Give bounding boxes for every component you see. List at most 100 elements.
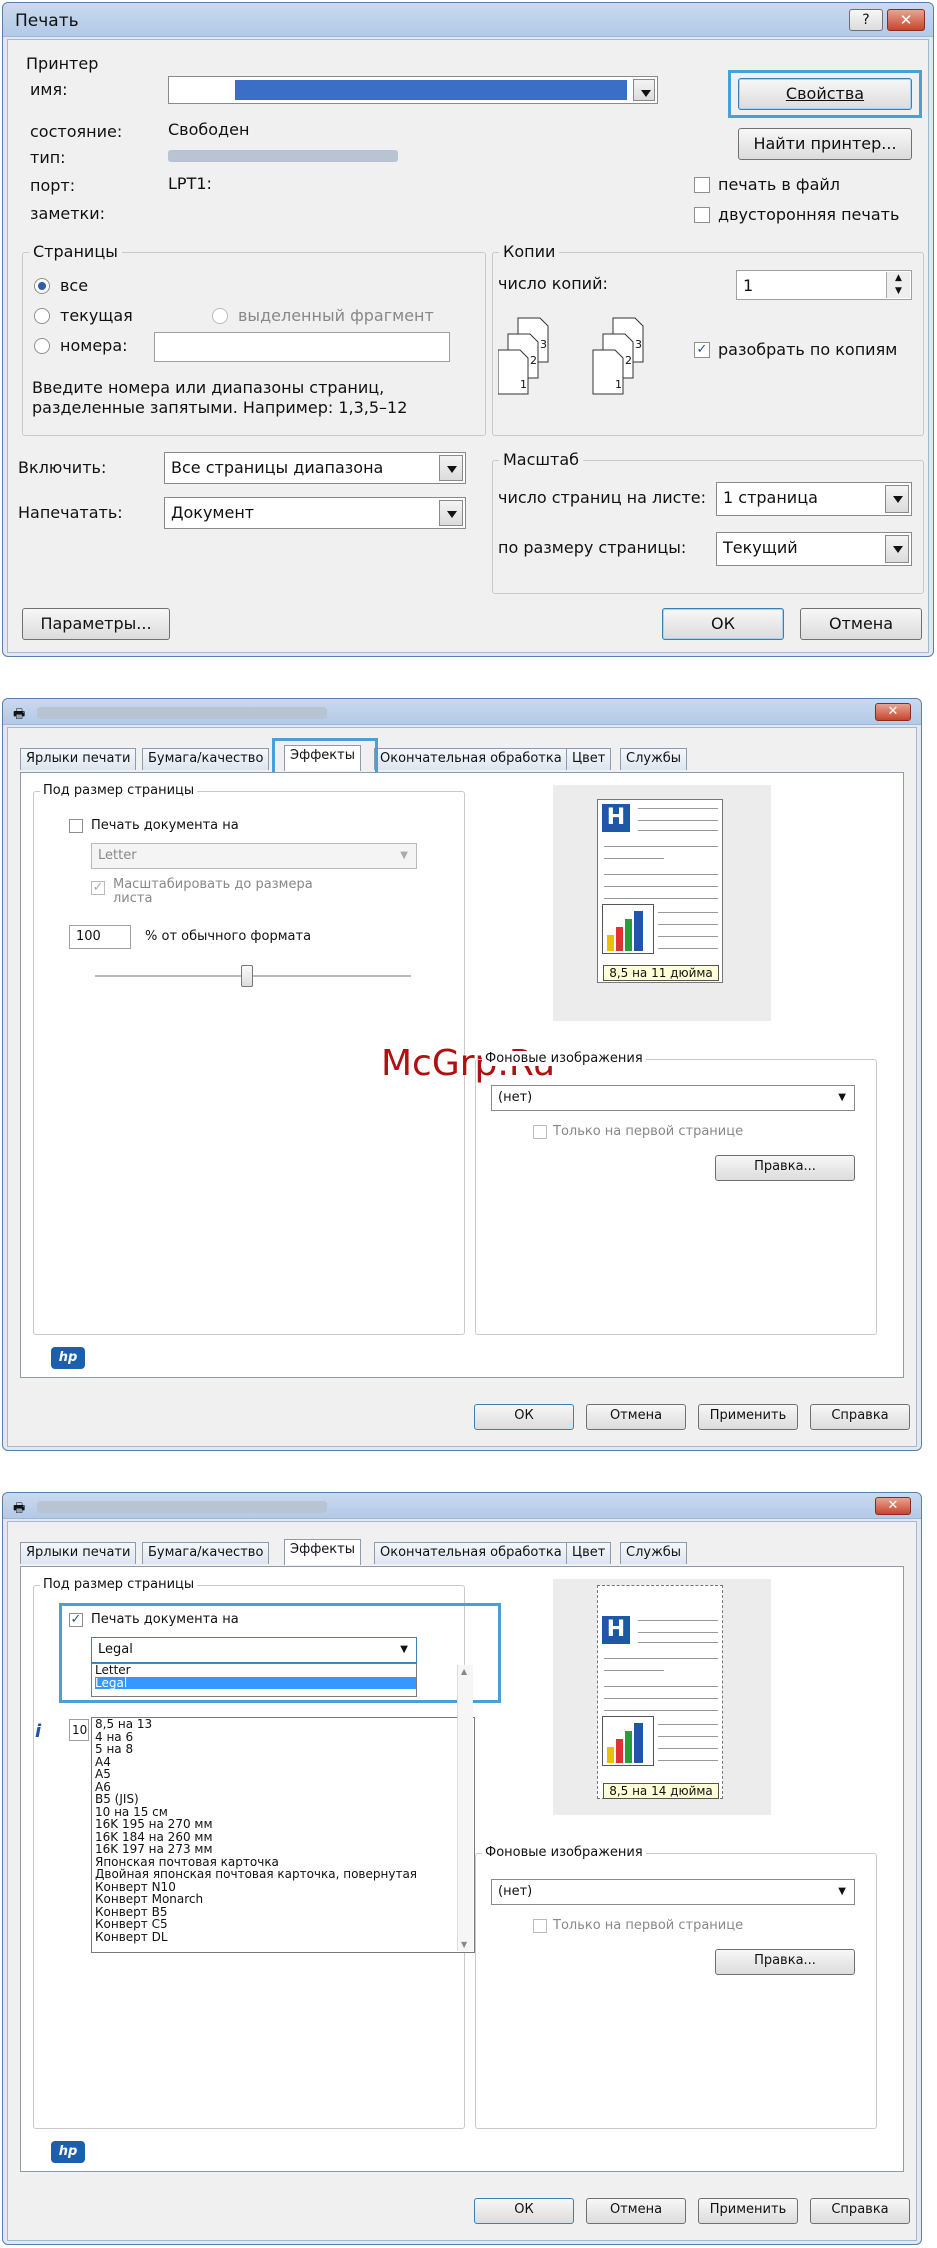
cancel-button-2[interactable]: Отмена <box>586 2198 686 2224</box>
printer-group-title: Принтер <box>26 54 99 73</box>
copies-spinner[interactable]: ▲ ▼ <box>886 272 910 298</box>
paper-size-value-1: Letter <box>98 848 137 863</box>
ok-button-2[interactable]: ОК <box>474 2198 574 2224</box>
list-item[interactable]: Двойная японская почтовая карточка, пове… <box>95 1868 474 1881</box>
scale-group-title: Масштаб <box>499 450 584 469</box>
tab-color[interactable]: Цвет <box>566 1542 612 1564</box>
tab-services[interactable]: Службы <box>620 748 688 770</box>
print-what-select[interactable]: Документ <box>164 497 466 529</box>
scale-to-fit-checkbox[interactable]: ✓ <box>91 881 105 895</box>
list-item[interactable]: A4 <box>95 1755 474 1769</box>
list-item[interactable]: 16K 197 на 273 мм <box>95 1843 474 1856</box>
options-button[interactable]: Параметры... <box>22 608 170 640</box>
list-item[interactable]: 4 на 6 <box>95 1730 474 1744</box>
cancel-button-1[interactable]: Отмена <box>586 1404 686 1430</box>
first-page-only-checkbox-1[interactable] <box>533 1125 547 1139</box>
watermark-select-2[interactable]: (нет) ▼ <box>491 1879 855 1905</box>
tab-print-shortcuts[interactable]: Ярлыки печати <box>20 1542 137 1564</box>
tab-paper-quality[interactable]: Бумага/качество <box>142 748 270 770</box>
cancel-button[interactable]: Отмена <box>800 608 922 640</box>
preview-page-2: H <box>597 1585 723 1799</box>
properties-dialog-1: 🖶 ✕ Ярлыки печати Бумага/качество Эффект… <box>2 698 922 1451</box>
list-item[interactable]: Конверт DL <box>95 1930 474 1944</box>
list-item[interactable]: B5 (JIS) <box>95 1793 474 1806</box>
print-dialog-title: Печать <box>15 11 79 31</box>
pages-per-sheet-value: 1 страница <box>723 488 818 507</box>
chevron-down-icon[interactable] <box>633 79 655 101</box>
page-numbers-radio[interactable] <box>34 338 50 354</box>
copies-label: число копий: <box>498 274 608 293</box>
edit-watermark-button-1[interactable]: Правка... <box>715 1155 855 1181</box>
apply-button-2[interactable]: Применить <box>698 2198 798 2224</box>
scroll-down-icon[interactable]: ▼ <box>461 1940 467 1949</box>
list-item[interactable]: A6 <box>95 1780 474 1794</box>
percent-input-partial[interactable]: 10 <box>69 1719 89 1741</box>
collate-checkbox[interactable]: ✓ <box>694 342 710 358</box>
paper-size-dropdown-list[interactable]: 8,5 на 13 4 на 65 на 8 A4 A5 A6 B5 (JIS) 10 на… <box>91 1717 475 1953</box>
tab-color[interactable]: Цвет <box>566 748 612 770</box>
tab-finishing[interactable]: Окончательная обработка <box>374 1542 568 1564</box>
percent-input[interactable]: 100 <box>69 925 131 949</box>
watermarks-group-title-2: Фоновые изображения <box>482 1845 646 1860</box>
first-page-only-checkbox-2[interactable] <box>533 1919 547 1933</box>
tab-finishing[interactable]: Окончательная обработка <box>374 748 568 770</box>
apply-button-1[interactable]: Применить <box>698 1404 798 1430</box>
tab-bar-1: Ярлыки печати Бумага/качество Эффекты Ок… <box>20 745 900 771</box>
dropdown-scrollbar[interactable]: ▲ ▼ <box>457 1665 473 1951</box>
find-printer-button[interactable]: Найти принтер... <box>738 128 912 160</box>
selection-radio[interactable] <box>212 308 228 324</box>
chevron-down-icon[interactable] <box>439 500 463 526</box>
properties-button[interactable]: Свойства <box>738 78 912 110</box>
list-item[interactable]: 8,5 на 13 <box>95 1718 474 1731</box>
tab-effects[interactable]: Эффекты <box>284 1539 361 1565</box>
close-icon[interactable]: ✕ <box>875 703 911 721</box>
printer-name-select[interactable] <box>168 76 658 104</box>
chevron-down-icon[interactable] <box>439 455 463 481</box>
properties-body-2: Ярлыки печати Бумага/качество Эффекты Ок… <box>7 1521 917 2241</box>
list-item[interactable]: Конверт C5 <box>95 1918 474 1931</box>
pages-per-sheet-select[interactable]: 1 страница <box>716 482 912 516</box>
list-item[interactable]: 16K 195 на 270 мм <box>95 1818 474 1831</box>
edit-watermark-button-2[interactable]: Правка... <box>715 1949 855 1975</box>
scroll-up-icon[interactable]: ▲ <box>461 1667 467 1676</box>
current-page-radio[interactable] <box>34 308 50 324</box>
help-button[interactable]: ? <box>849 9 883 31</box>
tab-print-shortcuts[interactable]: Ярлыки печати <box>20 748 137 770</box>
include-label: Включить: <box>18 458 107 477</box>
list-item[interactable]: Конверт Monarch <box>95 1893 474 1906</box>
list-item[interactable]: A5 <box>95 1768 474 1781</box>
pages-hint-line2: разделенные запятыми. Например: 1,3,5–12 <box>32 398 408 417</box>
svg-text:2: 2 <box>625 354 632 367</box>
duplex-checkbox[interactable] <box>694 207 710 223</box>
properties-title-2 <box>37 1501 327 1513</box>
properties-dialog-2: 🖶 ✕ Ярлыки печати Бумага/качество Эффект… <box>2 1492 922 2245</box>
chevron-down-icon[interactable] <box>885 535 909 563</box>
list-item[interactable]: 5 на 8 <box>95 1743 474 1756</box>
all-pages-label: все <box>60 276 89 295</box>
ok-button[interactable]: ОК <box>662 608 784 640</box>
help-button-1[interactable]: Справка <box>810 1404 910 1430</box>
help-button-2[interactable]: Справка <box>810 2198 910 2224</box>
print-to-file-checkbox[interactable] <box>694 177 710 193</box>
copies-group-title: Копии <box>499 242 560 261</box>
tab-services[interactable]: Службы <box>620 1542 688 1564</box>
watermark-value-2: (нет) <box>498 1884 533 1899</box>
name-label: имя: <box>30 80 68 99</box>
tab-paper-quality[interactable]: Бумага/качество <box>142 1542 270 1564</box>
paper-size-select-disabled[interactable]: Letter ▼ <box>91 843 417 869</box>
chevron-down-icon[interactable] <box>885 485 909 513</box>
all-pages-radio[interactable] <box>34 278 50 294</box>
fit-to-page-select[interactable]: Текущий <box>716 532 912 566</box>
page-numbers-input[interactable] <box>154 332 450 362</box>
percent-slider[interactable] <box>95 963 411 989</box>
page-preview-1: H 8,5 на 11 дюйма <box>553 785 771 1021</box>
close-icon[interactable]: ✕ <box>875 1497 911 1515</box>
print-doc-on-checkbox[interactable] <box>69 819 83 833</box>
include-select[interactable]: Все страницы диапазона <box>164 452 466 484</box>
effects-panel-1: Под размер страницы Печать документа на … <box>20 772 904 1378</box>
status-value: Свободен <box>168 120 250 139</box>
preview-letter-icon: H <box>602 804 630 832</box>
ok-button-1[interactable]: ОК <box>474 1404 574 1430</box>
watermark-select-1[interactable]: (нет) ▼ <box>491 1085 855 1111</box>
close-icon[interactable]: ✕ <box>887 9 925 31</box>
